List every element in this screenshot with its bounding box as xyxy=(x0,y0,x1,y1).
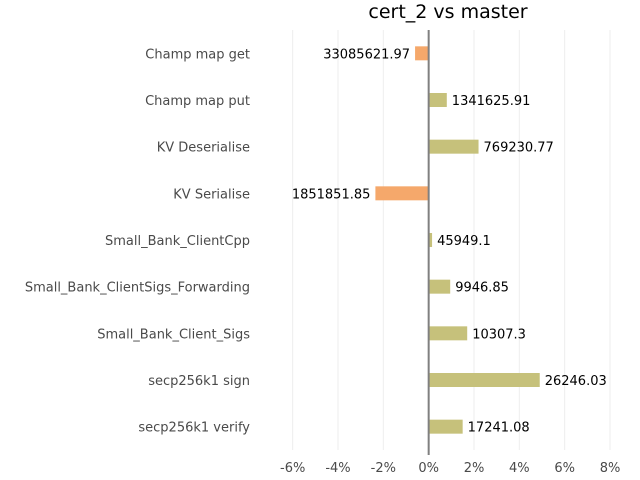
x-tick-label: 0% xyxy=(418,461,439,476)
category-label: KV Deserialise xyxy=(157,141,250,156)
category-label: Champ map put xyxy=(145,94,250,109)
category-label: Small_Bank_ClientCpp xyxy=(105,234,250,249)
bar xyxy=(428,373,540,387)
bar xyxy=(428,419,463,434)
x-tick-label: -6% xyxy=(280,461,305,476)
x-tick-label: -2% xyxy=(371,461,396,476)
category-label: secp256k1 sign xyxy=(148,374,250,389)
chart: cert_2 vs master Champ map get 33085621.9… xyxy=(25,1,620,476)
x-tick-label: 8% xyxy=(600,461,621,476)
data-label: 1341625.91 xyxy=(452,94,531,109)
bar xyxy=(415,46,429,61)
chart-title: cert_2 vs master xyxy=(368,1,527,23)
x-tick-label: 4% xyxy=(509,461,530,476)
bar xyxy=(375,186,429,201)
data-label: 9946.85 xyxy=(455,281,509,296)
x-tick-label: -4% xyxy=(325,461,350,476)
data-label: 17241.08 xyxy=(468,421,530,436)
data-label: 45949.1 xyxy=(437,234,491,249)
data-label: 769230.77 xyxy=(484,141,554,156)
category-label: Champ map get xyxy=(145,47,250,62)
bar xyxy=(428,279,451,294)
x-axis: -6% -4% -2% 0% 2% 4% 6% 8% xyxy=(280,461,620,476)
category-label: KV Serialise xyxy=(173,187,250,202)
category-label: secp256k1 verify xyxy=(138,421,250,436)
bar xyxy=(428,93,447,107)
bar xyxy=(428,139,479,154)
data-label: 1851851.85 xyxy=(292,187,371,202)
data-label: 10307.3 xyxy=(472,327,526,342)
bar xyxy=(428,326,468,341)
category-label: Small_Bank_Client_Sigs xyxy=(97,327,250,342)
data-label: 33085621.97 xyxy=(323,47,410,62)
x-tick-label: 2% xyxy=(464,461,485,476)
data-label: 26246.03 xyxy=(545,374,607,389)
x-tick-label: 6% xyxy=(554,461,575,476)
category-label: Small_Bank_ClientSigs_Forwarding xyxy=(25,281,250,296)
